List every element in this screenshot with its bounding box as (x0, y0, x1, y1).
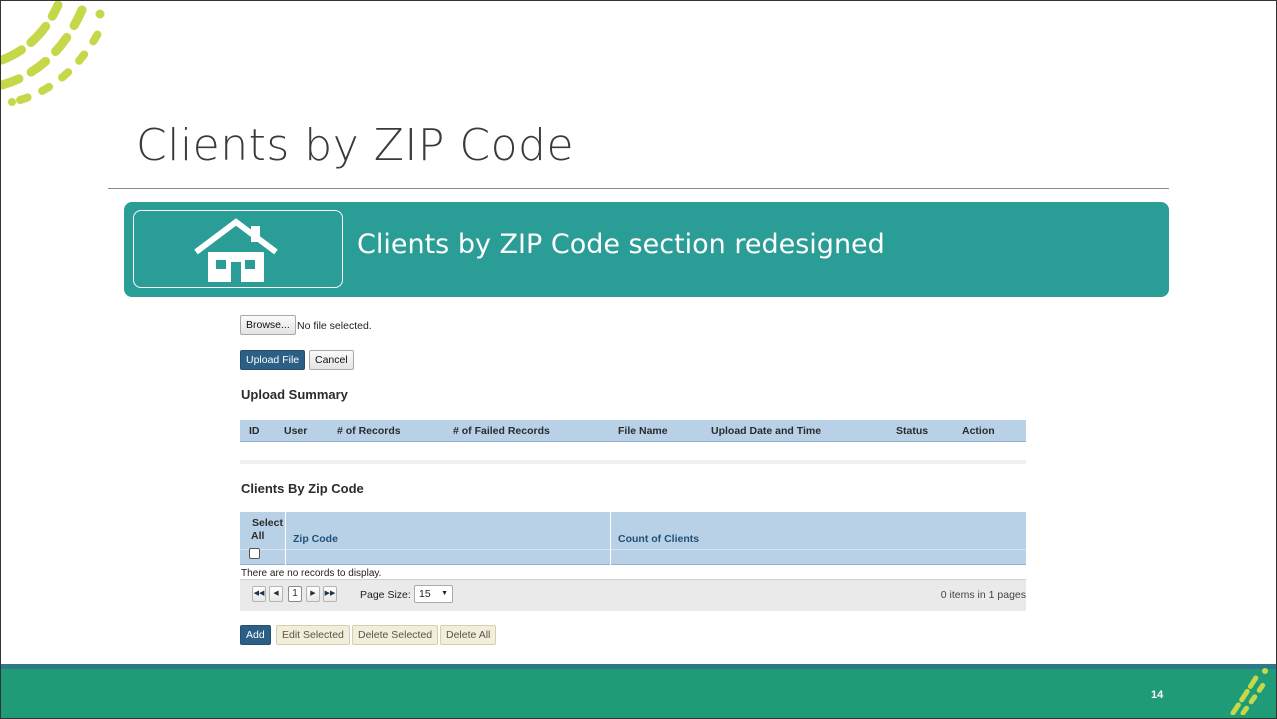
last-page-icon[interactable]: ▶▶ (323, 586, 337, 602)
chevron-down-icon: ▼ (441, 590, 448, 597)
upload-summary-heading: Upload Summary (241, 387, 348, 402)
house-icon (194, 218, 278, 282)
slide-footer (0, 669, 1277, 719)
column-header-records[interactable]: # of Records (337, 425, 401, 437)
edit-selected-button[interactable]: Edit Selected (276, 625, 350, 645)
select-all-label: Select (252, 517, 283, 529)
file-status-text: No file selected. (297, 320, 372, 332)
column-header-failed-records[interactable]: # of Failed Records (453, 425, 550, 437)
next-page-icon[interactable]: ▶ (306, 586, 320, 602)
cancel-button[interactable]: Cancel (309, 350, 354, 370)
header-row-divider (240, 549, 1026, 550)
add-button[interactable]: Add (240, 625, 271, 645)
previous-page-icon[interactable]: ◀ (269, 586, 283, 602)
browse-button[interactable]: Browse... (240, 315, 296, 335)
page-number: 14 (1151, 689, 1164, 701)
slide-title: Clients by ZIP Code (136, 120, 575, 171)
column-header-id[interactable]: ID (249, 425, 260, 437)
title-divider (108, 188, 1169, 189)
delete-selected-button[interactable]: Delete Selected (352, 625, 439, 645)
page-number-button[interactable]: 1 (288, 586, 302, 602)
column-header-file-name[interactable]: File Name (618, 425, 668, 437)
decorative-swirl-icon (0, 0, 105, 106)
column-header-status[interactable]: Status (896, 425, 928, 437)
column-divider (610, 512, 611, 565)
column-header-user[interactable]: User (284, 425, 307, 437)
section-separator (240, 460, 1026, 464)
upload-file-button[interactable]: Upload File (240, 350, 306, 370)
banner-text: Clients by ZIP Code section redesigned (357, 229, 885, 260)
pager-bar (240, 579, 1026, 611)
page-size-value: 15 (419, 588, 431, 600)
select-all-label-line2: All (251, 530, 265, 542)
delete-all-button[interactable]: Delete All (440, 625, 497, 645)
page-size-select[interactable]: 15 ▼ (414, 585, 453, 603)
first-page-icon[interactable]: ◀◀ (252, 586, 266, 602)
clients-by-zip-heading: Clients By Zip Code (241, 481, 364, 496)
column-header-upload-date[interactable]: Upload Date and Time (711, 425, 821, 437)
decorative-corner-icon (1230, 668, 1269, 715)
column-header-action[interactable]: Action (962, 425, 995, 437)
page-size-label: Page Size: (360, 589, 411, 601)
column-header-zip-code[interactable]: Zip Code (293, 533, 338, 545)
select-all-checkbox[interactable] (249, 548, 260, 559)
column-header-count-of-clients[interactable]: Count of Clients (618, 533, 699, 545)
items-info-text: 0 items in 1 pages (940, 589, 1026, 601)
column-divider (285, 512, 286, 565)
empty-message: There are no records to display. (241, 568, 382, 579)
